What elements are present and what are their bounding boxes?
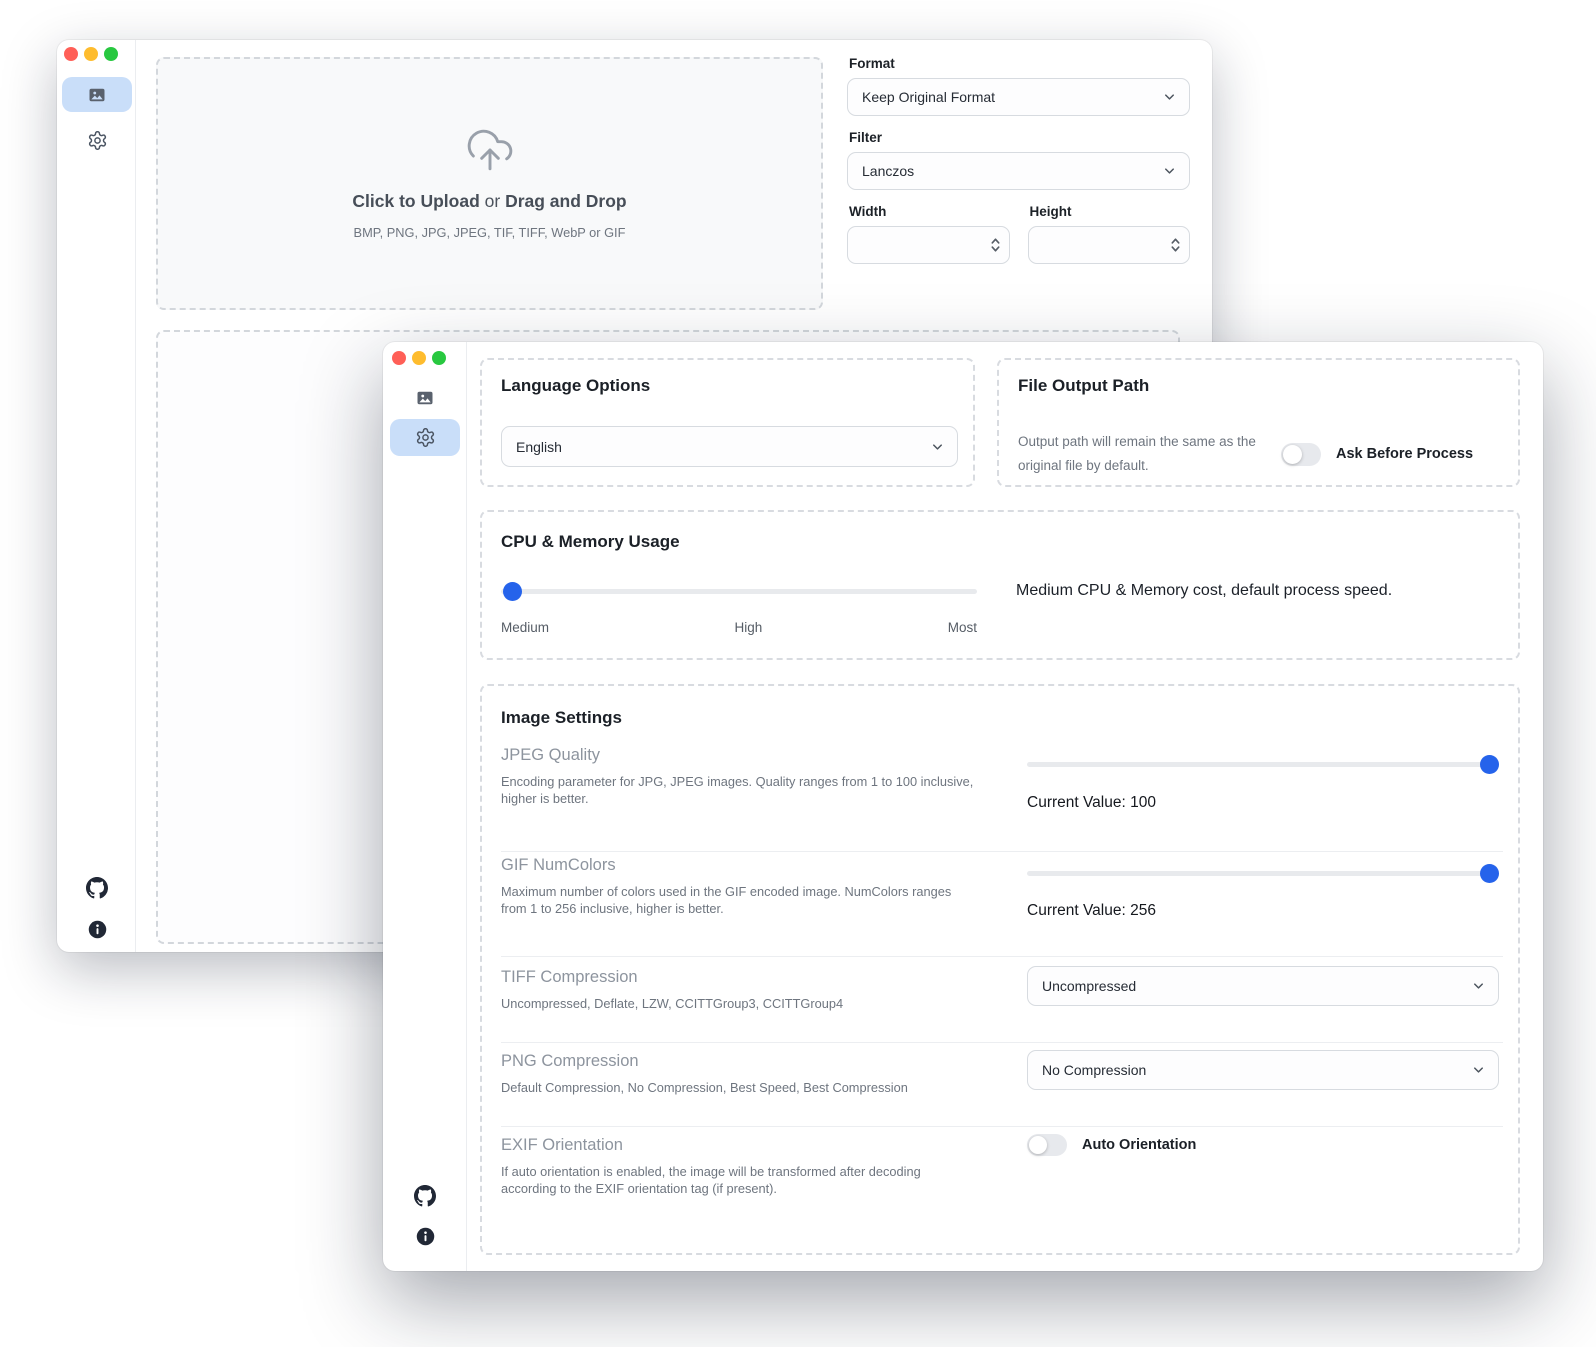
upload-supported-formats: BMP, PNG, JPG, JPEG, TIF, TIFF, WebP or … — [354, 225, 626, 240]
width-label: Width — [849, 204, 1010, 219]
auto-orientation-label: Auto Orientation — [1082, 1137, 1196, 1153]
width-field[interactable] — [848, 227, 1009, 263]
auto-orientation-toggle[interactable] — [1027, 1134, 1067, 1156]
image-icon — [87, 85, 107, 105]
height-field[interactable] — [1029, 227, 1190, 263]
gif-numcolors-description: Maximum number of colors used in the GIF… — [501, 884, 979, 917]
desktop-background: Click to Upload or Drag and Drop BMP, PN… — [0, 0, 1596, 1347]
gear-icon — [415, 427, 436, 448]
cpu-memory-description: Medium CPU & Memory cost, default proces… — [1016, 582, 1392, 600]
png-compression-description: Default Compression, No Compression, Bes… — [501, 1080, 979, 1097]
file-output-path-title: File Output Path — [1018, 376, 1149, 396]
ask-before-process-label: Ask Before Process — [1336, 446, 1473, 462]
about-button[interactable] — [390, 1220, 460, 1252]
chevron-down-icon — [1471, 1063, 1486, 1078]
jpeg-quality-description: Encoding parameter for JPG, JPEG images.… — [501, 774, 979, 807]
ask-before-process-toggle[interactable] — [1281, 443, 1321, 466]
filter-select[interactable]: Lanczos — [847, 152, 1190, 190]
cpu-memory-card: CPU & Memory Usage Medium High Most Medi… — [480, 510, 1520, 660]
upload-title: Click to Upload or Drag and Drop — [352, 191, 626, 212]
tiff-compression-description: Uncompressed, Deflate, LZW, CCITTGroup3,… — [501, 996, 979, 1013]
github-link[interactable] — [62, 872, 132, 904]
exif-orientation-label: EXIF Orientation — [501, 1136, 623, 1155]
divider — [501, 851, 1503, 852]
filter-label: Filter — [849, 130, 1190, 145]
stepper-up-down-icon[interactable] — [1170, 237, 1181, 254]
language-options-card: Language Options English — [480, 358, 975, 487]
divider — [501, 1126, 1503, 1127]
file-output-path-description: Output path will remain the same as the … — [1018, 430, 1258, 478]
cpu-memory-slider[interactable] — [501, 582, 977, 601]
chevron-down-icon — [1471, 979, 1486, 994]
stepper-up-down-icon[interactable] — [990, 237, 1001, 254]
jpeg-quality-slider[interactable] — [1027, 755, 1499, 774]
tiff-compression-label: TIFF Compression — [501, 968, 638, 987]
png-compression-label: PNG Compression — [501, 1052, 639, 1071]
format-select[interactable]: Keep Original Format — [847, 78, 1190, 116]
sidebar-tab-images[interactable] — [390, 380, 460, 415]
sidebar-tab-settings[interactable] — [62, 123, 132, 158]
exif-orientation-description: If auto orientation is enabled, the imag… — [501, 1164, 979, 1197]
settings-window: Language Options English File Output Pat… — [383, 342, 1543, 1271]
jpeg-quality-current-value: Current Value: 100 — [1027, 794, 1156, 812]
language-select[interactable]: English — [501, 426, 958, 467]
gif-numcolors-slider[interactable] — [1027, 864, 1499, 883]
image-settings-card: Image Settings JPEG Quality Encoding par… — [480, 684, 1520, 1255]
width-input[interactable] — [847, 226, 1010, 264]
about-button[interactable] — [62, 913, 132, 945]
upload-dropzone[interactable]: Click to Upload or Drag and Drop BMP, PN… — [156, 57, 823, 310]
slider-thumb[interactable] — [1480, 755, 1499, 774]
cloud-upload-icon — [465, 125, 515, 175]
tick-high: High — [734, 620, 762, 635]
image-settings-title: Image Settings — [501, 708, 622, 728]
github-icon — [414, 1185, 436, 1207]
png-compression-select[interactable]: No Compression — [1027, 1050, 1499, 1090]
sidebar — [57, 40, 136, 952]
divider — [501, 956, 1503, 957]
chevron-down-icon — [1162, 90, 1177, 105]
image-icon — [415, 388, 435, 408]
tick-medium: Medium — [501, 620, 549, 635]
language-options-title: Language Options — [501, 376, 650, 396]
tick-most: Most — [948, 620, 977, 635]
tiff-compression-select[interactable]: Uncompressed — [1027, 966, 1499, 1006]
github-link[interactable] — [390, 1180, 460, 1212]
file-output-path-card: File Output Path Output path will remain… — [997, 358, 1520, 487]
sidebar-tab-settings[interactable] — [390, 419, 460, 456]
cpu-slider-ticks: Medium High Most — [501, 620, 977, 635]
gif-numcolors-label: GIF NumColors — [501, 856, 616, 875]
slider-thumb[interactable] — [1480, 864, 1499, 883]
chevron-down-icon — [1162, 164, 1177, 179]
slider-thumb[interactable] — [503, 582, 522, 601]
cpu-memory-title: CPU & Memory Usage — [501, 532, 680, 552]
convert-options-panel: Format Keep Original Format Filter Lancz… — [847, 52, 1190, 264]
jpeg-quality-label: JPEG Quality — [501, 746, 600, 765]
chevron-down-icon — [930, 439, 945, 454]
height-input[interactable] — [1028, 226, 1191, 264]
height-label: Height — [1030, 204, 1191, 219]
divider — [501, 1042, 1503, 1043]
gear-icon — [87, 130, 108, 151]
sidebar-tab-images[interactable] — [62, 77, 132, 112]
format-label: Format — [849, 56, 1190, 71]
info-icon — [87, 919, 108, 940]
github-icon — [86, 877, 108, 899]
info-icon — [415, 1226, 436, 1247]
sidebar — [383, 342, 467, 1271]
gif-numcolors-current-value: Current Value: 256 — [1027, 902, 1156, 920]
